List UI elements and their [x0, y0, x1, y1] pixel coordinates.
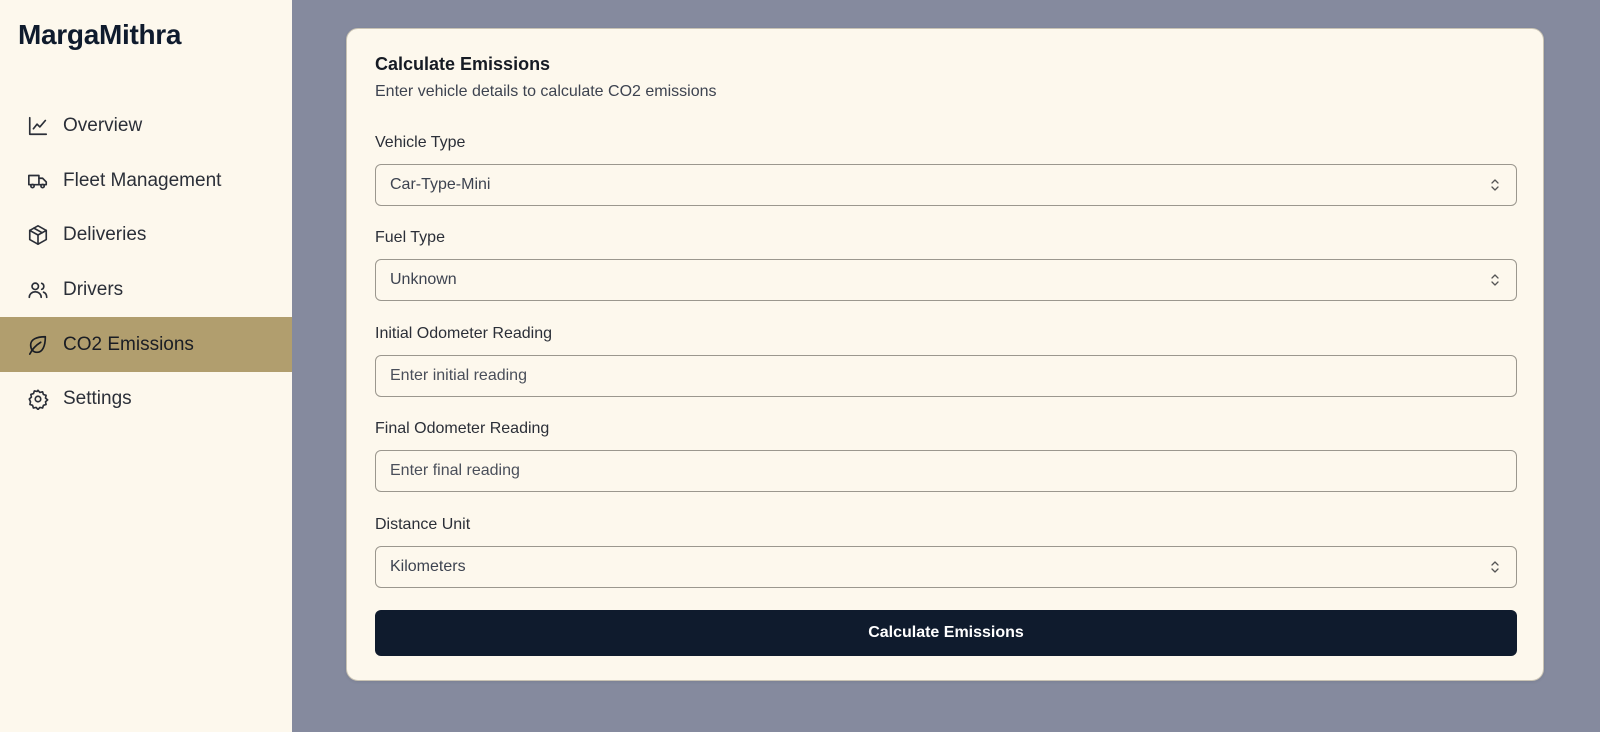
sidebar-item-fleet-management[interactable]: Fleet Management — [0, 154, 292, 209]
final-odometer-input[interactable] — [375, 450, 1517, 492]
final-odometer-label: Final Odometer Reading — [375, 420, 550, 437]
sidebar-item-co2-emissions[interactable]: CO2 Emissions — [0, 317, 292, 372]
vehicle-type-label: Vehicle Type — [375, 134, 466, 151]
fuel-type-select[interactable]: Unknown — [375, 259, 1517, 301]
sidebar-item-deliveries[interactable]: Deliveries — [0, 208, 292, 263]
calculate-emissions-button[interactable]: Calculate Emissions — [375, 610, 1517, 656]
chevron-up-down-icon — [1490, 560, 1502, 574]
initial-odometer-label: Initial Odometer Reading — [375, 325, 552, 342]
chevron-up-down-icon — [1490, 273, 1502, 287]
sidebar-item-settings[interactable]: Settings — [0, 372, 292, 427]
truck-icon — [27, 170, 49, 192]
card-title: Calculate Emissions — [375, 54, 551, 74]
sidebar-item-label: Fleet Management — [63, 169, 222, 191]
vehicle-type-value: Car-Type-Mini — [390, 176, 491, 193]
sidebar-item-label: Deliveries — [63, 224, 147, 246]
distance-unit-value: Kilometers — [390, 558, 466, 575]
package-icon — [27, 224, 49, 246]
gear-icon — [27, 388, 49, 411]
initial-odometer-input[interactable] — [375, 355, 1517, 397]
sidebar-item-label: Settings — [63, 388, 132, 410]
leaf-icon — [27, 334, 49, 356]
fuel-type-value: Unknown — [390, 271, 457, 288]
sidebar-item-label: Drivers — [63, 279, 124, 301]
users-icon — [27, 279, 49, 301]
chevron-up-down-icon — [1490, 178, 1502, 192]
sidebar-nav: Overview Fleet Management Deliveries Dri… — [0, 99, 292, 427]
sidebar-item-drivers[interactable]: Drivers — [0, 263, 292, 318]
card-description: Enter vehicle details to calculate CO2 e… — [375, 83, 717, 100]
sidebar: MargaMithra Overview Fleet Management De… — [0, 0, 292, 732]
distance-unit-label: Distance Unit — [375, 516, 471, 533]
vehicle-type-select[interactable]: Car-Type-Mini — [375, 164, 1517, 206]
sidebar-item-label: CO2 Emissions — [63, 333, 194, 355]
fuel-type-label: Fuel Type — [375, 229, 445, 246]
emissions-card: Calculate Emissions Enter vehicle detail… — [346, 28, 1544, 681]
distance-unit-select[interactable]: Kilometers — [375, 546, 1517, 588]
brand-logo: MargaMithra — [18, 19, 182, 50]
sidebar-item-label: Overview — [63, 115, 143, 137]
sidebar-item-overview[interactable]: Overview — [0, 99, 292, 154]
chart-line-icon — [27, 115, 49, 137]
